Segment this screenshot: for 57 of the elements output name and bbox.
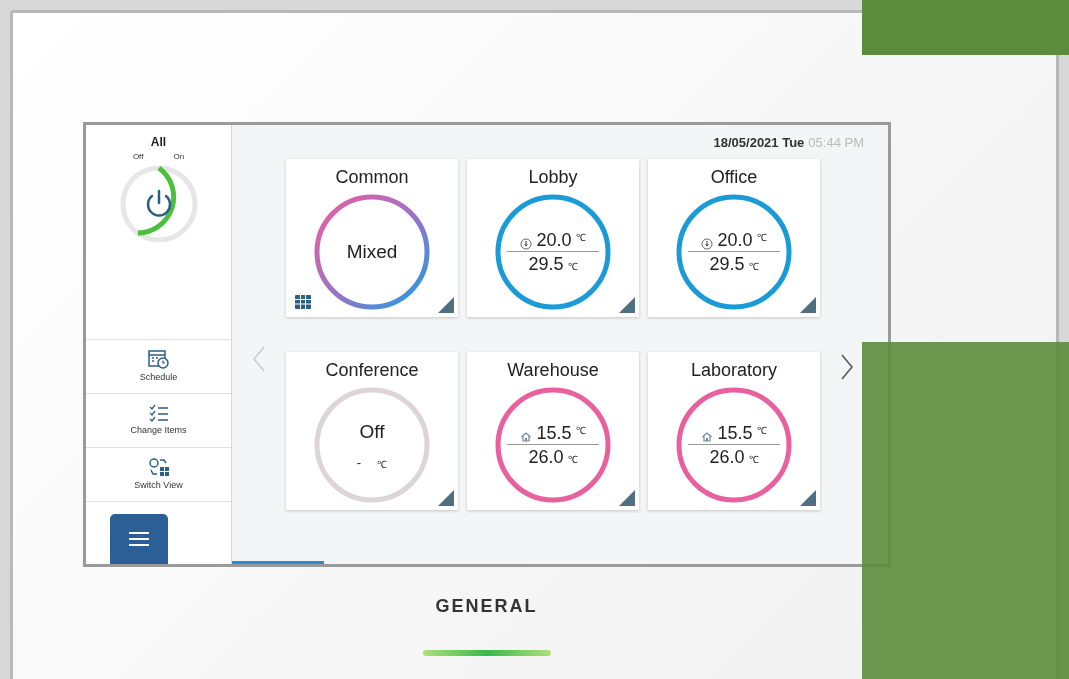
- corner-triangle-icon[interactable]: [438, 297, 454, 313]
- menu-icon: [128, 531, 150, 547]
- corner-triangle-icon[interactable]: [619, 297, 635, 313]
- thermometer-icon: [520, 238, 533, 250]
- zone-card[interactable]: Warehouse 15.5 ℃ 26.0 ℃: [467, 352, 639, 510]
- unit-label: ℃: [575, 424, 586, 438]
- zone-name: Lobby: [528, 166, 578, 189]
- zone-name: Common: [335, 166, 409, 189]
- unit-label: ℃: [756, 424, 767, 438]
- room-temperature: -: [356, 453, 362, 472]
- set-temperature: 20.0: [536, 230, 572, 250]
- chevron-right-icon[interactable]: [840, 354, 854, 380]
- corner-triangle-icon[interactable]: [800, 490, 816, 506]
- sidebar-menu-item[interactable]: Change Items: [86, 393, 231, 447]
- unit-label: ℃: [748, 260, 759, 274]
- zone-name: Laboratory: [690, 359, 778, 382]
- zone-name: Warehouse: [507, 359, 599, 382]
- room-temperature: 29.5: [528, 254, 564, 274]
- status-text: Off: [359, 420, 385, 444]
- set-temperature: 20.0: [717, 230, 753, 250]
- set-temperature: 15.5: [536, 423, 572, 443]
- corner-triangle-icon[interactable]: [619, 490, 635, 506]
- room-temperature: 29.5: [709, 254, 745, 274]
- corner-triangle-icon[interactable]: [800, 297, 816, 313]
- date-text: 18/05/2021 Tue: [713, 134, 805, 152]
- zone-name: Conference: [325, 359, 419, 382]
- room-temperature: 26.0: [528, 447, 564, 467]
- zone-card[interactable]: Common Mixed: [286, 159, 458, 317]
- time-text: 05:44 PM: [808, 134, 864, 152]
- unit-label: ℃: [756, 231, 767, 245]
- home-icon: [520, 431, 533, 443]
- calendar-clock-icon: [147, 348, 170, 369]
- unit-label: ℃: [377, 458, 388, 472]
- zone-card[interactable]: Laboratory 15.5 ℃ 26.0 ℃: [648, 352, 820, 510]
- corner-triangle-icon[interactable]: [438, 490, 454, 506]
- on-label: On: [173, 151, 185, 163]
- thermometer-icon: [701, 238, 714, 250]
- unit-label: ℃: [575, 231, 586, 245]
- home-icon: [701, 431, 714, 443]
- zone-card[interactable]: Office 20.0 ℃ 29.5 ℃: [648, 159, 820, 317]
- room-temperature: 26.0: [709, 447, 745, 467]
- sidebar-menu-item[interactable]: Switch View: [86, 447, 231, 501]
- set-temperature: 15.5: [717, 423, 753, 443]
- status-text: Mixed: [346, 239, 398, 264]
- checklist-icon: [148, 403, 169, 422]
- brand-logo: GENERAL: [435, 595, 538, 618]
- sidebar-menu-item[interactable]: Schedule: [86, 339, 231, 393]
- menu-button[interactable]: [110, 514, 168, 564]
- zone-card[interactable]: Lobby 20.0 ℃ 29.5 ℃: [467, 159, 639, 317]
- switch-view-icon: [147, 456, 170, 477]
- all-label: All: [150, 134, 167, 151]
- unit-label: ℃: [567, 453, 578, 467]
- zone-card[interactable]: Conference Off - ℃: [286, 352, 458, 510]
- zone-name: Office: [710, 166, 758, 189]
- unit-label: ℃: [748, 453, 759, 467]
- off-label: Off: [132, 151, 144, 163]
- unit-label: ℃: [567, 260, 578, 274]
